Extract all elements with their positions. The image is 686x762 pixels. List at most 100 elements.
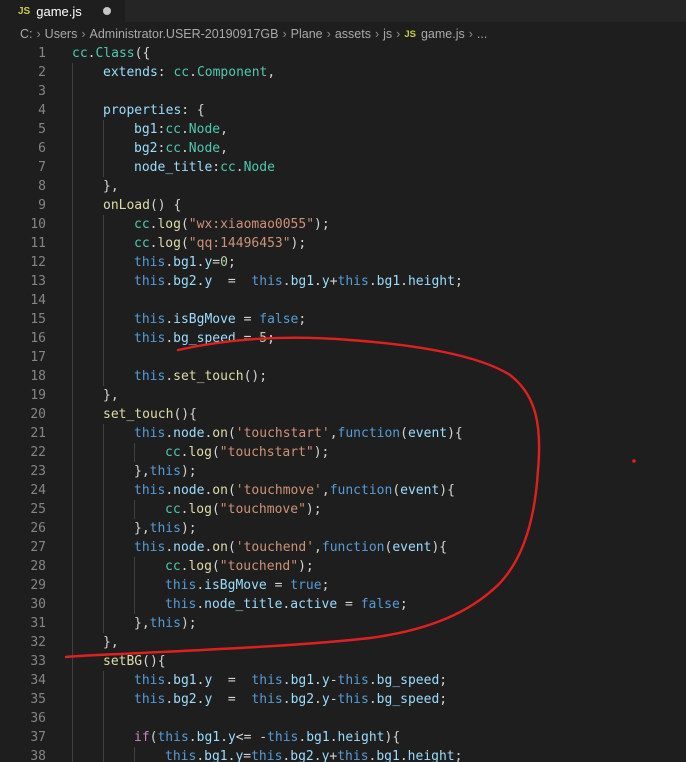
code-text: this.bg1.y=0; xyxy=(134,253,236,272)
code-line[interactable]: 32}, xyxy=(0,633,686,652)
code-line[interactable]: 13 this.bg2.y = this.bg1.y+this.bg1.heigh… xyxy=(0,272,686,291)
code-token: bg_speed xyxy=(376,692,440,707)
code-token: 0 xyxy=(220,255,228,270)
indent-guide xyxy=(72,139,73,158)
indent-guide xyxy=(134,443,135,462)
code-token: : xyxy=(212,160,221,175)
code-line[interactable]: 5 bg1:cc.Node, xyxy=(0,120,686,139)
code-line[interactable]: 28 cc.log("touchend"); xyxy=(0,557,686,576)
code-token: on xyxy=(212,426,228,441)
code-line[interactable]: 31},this); xyxy=(0,614,686,633)
code-line[interactable]: 36 xyxy=(0,709,686,728)
indent-guide xyxy=(72,519,73,538)
code-line[interactable]: 7 node_title:cc.Node xyxy=(0,158,686,177)
indent-guide xyxy=(103,158,104,177)
code-line[interactable]: 11 cc.log("qq:14496453"); xyxy=(0,234,686,253)
code-token: event xyxy=(400,483,440,498)
code-line[interactable]: 12 this.bg1.y=0; xyxy=(0,253,686,272)
code-line[interactable]: 29 this.isBgMove = true; xyxy=(0,576,686,595)
code-text: this.bg2.y = this.bg2.y-this.bg_speed; xyxy=(134,690,447,709)
indent-guide xyxy=(103,234,104,253)
breadcrumb-segment[interactable]: assets xyxy=(335,27,371,41)
indent-guide xyxy=(103,690,104,709)
code-line[interactable]: 3 xyxy=(0,82,686,101)
chevron-right-icon: › xyxy=(81,27,86,41)
code-line[interactable]: 33 setBG(){ xyxy=(0,652,686,671)
code-text: bg1:cc.Node, xyxy=(134,120,228,139)
indent-guide xyxy=(72,671,73,690)
code-token: ( xyxy=(211,502,220,517)
chevron-right-icon: › xyxy=(468,27,473,41)
breadcrumb-segment[interactable]: C: xyxy=(20,27,33,41)
code-text: this.bg_speed = 5; xyxy=(134,329,275,348)
breadcrumb-segment[interactable]: Administrator.USER-20190917GB xyxy=(90,27,279,41)
indent-guide xyxy=(134,576,135,595)
code-token: () { xyxy=(149,198,182,213)
code-line[interactable]: 8}, xyxy=(0,177,686,196)
code-line[interactable]: 4 properties: { xyxy=(0,101,686,120)
code-token: node xyxy=(173,426,205,441)
code-line[interactable]: 6 bg2:cc.Node, xyxy=(0,139,686,158)
code-editor[interactable]: 1 cc.Class({2 extends: cc.Component, 3 4 prop… xyxy=(0,44,686,762)
tab-game-js[interactable]: JS game.js xyxy=(0,0,125,22)
code-line[interactable]: 38 this.bg1.y=this.bg2.y+this.bg1.height; xyxy=(0,747,686,762)
code-token: Component xyxy=(196,65,268,80)
code-line[interactable]: 22 cc.log("touchstart"); xyxy=(0,443,686,462)
code-line[interactable]: 35 this.bg2.y = this.bg2.y-this.bg_speed; xyxy=(0,690,686,709)
breadcrumb-segment[interactable]: ... xyxy=(477,27,487,41)
code-token: ( xyxy=(392,483,401,498)
code-text: node_title:cc.Node xyxy=(134,158,275,177)
code-line[interactable]: 16 this.bg_speed = 5; xyxy=(0,329,686,348)
code-token: ( xyxy=(211,559,220,574)
code-token: Class xyxy=(95,46,135,61)
line-number: 6 xyxy=(38,141,46,156)
code-token: "touchmove" xyxy=(219,502,306,517)
breadcrumb-segment[interactable]: js xyxy=(383,27,392,41)
code-line[interactable]: 21 this.node.on('touchstart',function(eve… xyxy=(0,424,686,443)
code-token: "wx:xiaomao0055" xyxy=(188,217,315,232)
code-token: this xyxy=(165,749,197,762)
indent-guide xyxy=(72,158,73,177)
code-line[interactable]: 17 xyxy=(0,348,686,367)
code-text: this.bg1.y=this.bg2.y+this.bg1.height; xyxy=(165,747,462,762)
breadcrumb-segment[interactable]: Plane xyxy=(291,27,323,41)
code-line[interactable]: 18 this.set_touch(); xyxy=(0,367,686,386)
code-line[interactable]: 24 this.node.on('touchmove',function(even… xyxy=(0,481,686,500)
code-token: isBgMove xyxy=(204,578,267,593)
code-line[interactable]: 10 cc.log("wx:xiaomao0055"); xyxy=(0,215,686,234)
code-token: cc xyxy=(165,502,181,517)
code-line[interactable]: 20 set_touch(){ xyxy=(0,405,686,424)
code-line[interactable]: 14 xyxy=(0,291,686,310)
breadcrumb-segment[interactable]: game.js xyxy=(421,27,465,41)
code-line[interactable]: 1 cc.Class({ xyxy=(0,44,686,63)
code-line[interactable]: 30 this.node_title.active = false; xyxy=(0,595,686,614)
unsaved-dot-icon[interactable] xyxy=(103,7,111,15)
code-line[interactable]: 9 onLoad() { xyxy=(0,196,686,215)
indent-guide xyxy=(72,120,73,139)
line-number: 26 xyxy=(30,521,46,536)
code-token: this xyxy=(165,597,197,612)
code-token: ){ xyxy=(439,483,455,498)
code-token: bg_speed xyxy=(173,331,236,346)
code-token: this xyxy=(134,426,166,441)
js-file-icon: JS xyxy=(404,28,416,40)
indent-guide xyxy=(72,576,73,595)
code-token: y xyxy=(227,730,236,745)
indent-guide xyxy=(103,253,104,272)
code-text: bg2:cc.Node, xyxy=(134,139,228,158)
code-token: log xyxy=(188,559,212,574)
code-line[interactable]: 25 cc.log("touchmove"); xyxy=(0,500,686,519)
code-token: . xyxy=(368,692,377,707)
indent-guide xyxy=(103,595,104,614)
code-line[interactable]: 19}, xyxy=(0,386,686,405)
code-line[interactable]: 23},this); xyxy=(0,462,686,481)
code-line[interactable]: 15 this.isBgMove = false; xyxy=(0,310,686,329)
breadcrumb-segment[interactable]: Users xyxy=(45,27,78,41)
indent-guide xyxy=(72,747,73,762)
code-line[interactable]: 34 this.bg1.y = this.bg1.y-this.bg_speed; xyxy=(0,671,686,690)
indent-guide xyxy=(72,367,73,386)
code-line[interactable]: 37 if(this.bg1.y<= -this.bg1.height){ xyxy=(0,728,686,747)
code-line[interactable]: 26},this); xyxy=(0,519,686,538)
code-line[interactable]: 27 this.node.on('touchend',function(event… xyxy=(0,538,686,557)
code-line[interactable]: 2 extends: cc.Component, xyxy=(0,63,686,82)
